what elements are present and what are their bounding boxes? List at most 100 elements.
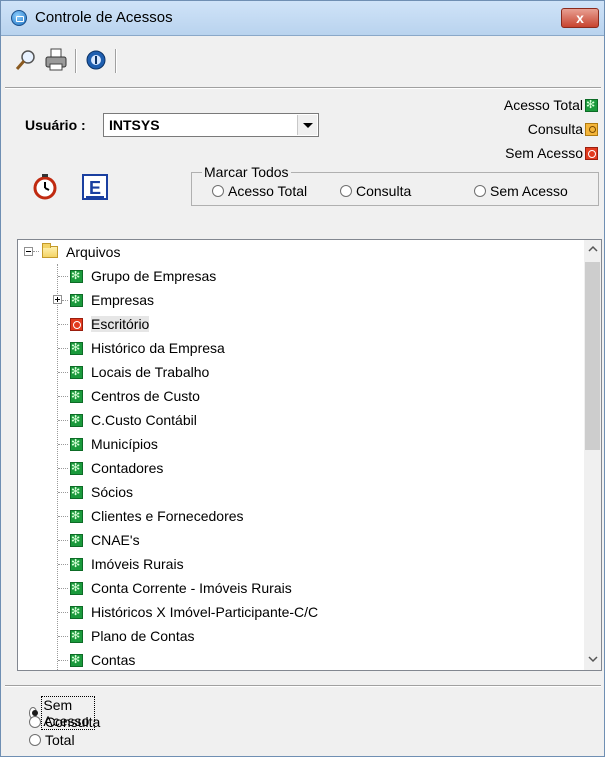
- option-total[interactable]: Total: [29, 732, 75, 748]
- green-access-icon: [70, 532, 83, 548]
- radio-no-access[interactable]: [474, 185, 486, 197]
- title-bar[interactable]: Controle de Acessos x: [1, 1, 604, 36]
- radio-full-access[interactable]: [212, 185, 224, 197]
- legend-consult: Consulta: [528, 121, 598, 137]
- tree-item[interactable]: Imóveis Rurais: [70, 552, 184, 576]
- tree-item[interactable]: Plano de Contas: [70, 624, 195, 648]
- tree-item[interactable]: CNAE's: [70, 528, 140, 552]
- tree-item-label: Plano de Contas: [91, 628, 195, 644]
- tree-item[interactable]: Contas: [70, 648, 136, 670]
- search-button[interactable]: [13, 45, 39, 75]
- tree-item-label: Empresas: [91, 292, 155, 308]
- green-access-icon: [70, 556, 83, 572]
- tree-item[interactable]: Histórico da Empresa: [70, 336, 225, 360]
- tree-item-label: Municípios: [91, 436, 158, 452]
- green-access-icon: [70, 340, 83, 356]
- option-label: Total: [45, 732, 75, 748]
- tree-item-label: CNAE's: [91, 532, 140, 548]
- no-access-icon: [585, 146, 598, 160]
- tree-line: [58, 444, 68, 445]
- green-access-icon: [70, 412, 83, 428]
- tree-item-label: Sócios: [91, 484, 134, 500]
- tree-item-label: Conta Corrente - Imóveis Rurais: [91, 580, 292, 596]
- radio-consult[interactable]: [29, 716, 41, 728]
- tree-root-label: Arquivos: [66, 244, 121, 260]
- toolbar-separator: [75, 49, 77, 73]
- svg-text:E: E: [89, 178, 101, 198]
- tree-item[interactable]: Históricos X Imóvel-Participante-C/C: [70, 600, 318, 624]
- tree-item-label: Escritório: [91, 316, 150, 332]
- chevron-up-icon[interactable]: [587, 242, 599, 256]
- tree-item-label: Históricos X Imóvel-Participante-C/C: [91, 604, 319, 620]
- tree-item-label: Centros de Custo: [91, 388, 200, 404]
- chevron-down-icon[interactable]: [297, 115, 317, 135]
- user-label: Usuário :: [25, 117, 86, 133]
- tree-root[interactable]: Arquivos: [42, 240, 120, 264]
- tree-item-label: Grupo de Empresas: [91, 268, 217, 284]
- tree-item[interactable]: Empresas: [70, 288, 154, 312]
- radio-label: Consulta: [356, 183, 412, 199]
- legend-label: Acesso Total: [503, 97, 583, 113]
- radio-label: Acesso Total: [228, 183, 308, 199]
- tree-item[interactable]: Centros de Custo: [70, 384, 200, 408]
- user-select[interactable]: INTSYS: [103, 113, 319, 137]
- tree-line: [58, 564, 68, 565]
- tree-item-label: Locais de Trabalho: [91, 364, 210, 380]
- toolbar-separator: [115, 49, 117, 73]
- search-icon: [15, 50, 35, 70]
- tree-item-label: Contadores: [91, 460, 164, 476]
- tree-item-label: Imóveis Rurais: [91, 556, 184, 572]
- export-button[interactable]: E: [81, 173, 109, 201]
- green-access-icon: [70, 628, 83, 644]
- vertical-scrollbar[interactable]: [584, 240, 601, 670]
- tree-line: [58, 516, 68, 517]
- chevron-down-icon[interactable]: [587, 652, 599, 666]
- green-access-icon: [70, 364, 83, 380]
- tree-line: [58, 348, 68, 349]
- no-access-icon: [70, 317, 83, 331]
- tree-line: [58, 396, 68, 397]
- collapse-icon[interactable]: [24, 247, 33, 256]
- scroll-thumb[interactable]: [585, 262, 600, 450]
- green-access-icon: [585, 97, 598, 113]
- legend-label: Consulta: [527, 121, 583, 137]
- close-button[interactable]: x: [561, 8, 599, 28]
- tree-item[interactable]: Municípios: [70, 432, 158, 456]
- folder-icon: [42, 243, 58, 258]
- info-icon: [86, 50, 106, 70]
- access-tree[interactable]: Arquivos Grupo de Empresas Empresas Escrit…: [17, 239, 602, 671]
- radio-consult[interactable]: [340, 185, 352, 197]
- mark-all-title: Marcar Todos: [202, 164, 291, 180]
- option-consult[interactable]: Consulta: [29, 714, 100, 730]
- tree-line: [58, 468, 68, 469]
- tree-line: [33, 251, 39, 252]
- tree-item[interactable]: Escritório: [70, 312, 150, 336]
- radio-total[interactable]: [29, 734, 41, 746]
- key-icon: [585, 122, 598, 136]
- tree-item[interactable]: Locais de Trabalho: [70, 360, 209, 384]
- tree-item[interactable]: Contadores: [70, 456, 163, 480]
- divider: [5, 87, 601, 89]
- expand-icon[interactable]: [53, 295, 62, 304]
- mark-all-consult[interactable]: Consulta: [340, 183, 411, 199]
- tree-item[interactable]: Conta Corrente - Imóveis Rurais: [70, 576, 292, 600]
- green-access-icon: [70, 652, 83, 668]
- user-select-value: INTSYS: [109, 117, 160, 133]
- tree-line: [58, 660, 68, 661]
- tree-line: [58, 492, 68, 493]
- tree-item[interactable]: Grupo de Empresas: [70, 264, 216, 288]
- tree-item-label: Contas: [91, 652, 136, 668]
- tree-item[interactable]: C.Custo Contábil: [70, 408, 197, 432]
- green-access-icon: [70, 292, 83, 308]
- mark-all-no-access[interactable]: Sem Acesso: [474, 183, 568, 199]
- print-button[interactable]: [43, 45, 69, 75]
- timer-button[interactable]: [31, 173, 59, 201]
- mark-all-full-access[interactable]: Acesso Total: [212, 183, 307, 199]
- tree-line: [58, 276, 68, 277]
- tree-item-label: Histórico da Empresa: [91, 340, 225, 356]
- access-control-window: Controle de Acessos x Usuário: INTSYS A…: [0, 0, 605, 757]
- tree-item[interactable]: Clientes e Fornecedores: [70, 504, 244, 528]
- green-access-icon: [70, 604, 83, 620]
- tree-item[interactable]: Sócios: [70, 480, 133, 504]
- info-button[interactable]: [83, 45, 109, 75]
